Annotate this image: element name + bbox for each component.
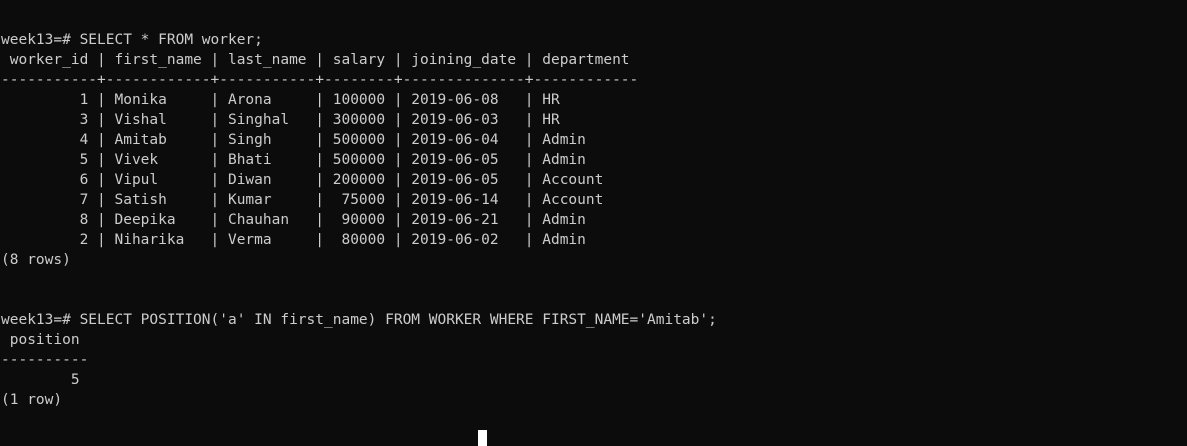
table-row: 3 | Vishal | Singhal | 300000 | 2019-06-… <box>1 112 560 128</box>
prompt-line: week13=# SELECT POSITION('a' IN first_na… <box>1 312 717 328</box>
table-row: 4 | Amitab | Singh | 500000 | 2019-06-04… <box>1 132 586 148</box>
row-count: (1 row) <box>1 392 63 408</box>
table-row: 2 | Niharika | Verma | 80000 | 2019-06-0… <box>1 232 586 248</box>
row-count: (8 rows) <box>1 252 71 268</box>
table-row: 1 | Monika | Arona | 100000 | 2019-06-08… <box>1 92 560 108</box>
table-header: worker_id | first_name | last_name | sal… <box>1 52 630 68</box>
table-row: 7 | Satish | Kumar | 75000 | 2019-06-14 … <box>1 192 604 208</box>
terminal-window[interactable]: week13=# SELECT * FROM worker; worker_id… <box>0 0 1187 446</box>
table-separator: -----------+------------+-----------+---… <box>1 72 639 88</box>
table-row: 5 <box>1 372 80 388</box>
table-row: 5 | Vivek | Bhati | 500000 | 2019-06-05 … <box>1 152 586 168</box>
table-header: position <box>1 332 80 348</box>
text-cursor <box>478 430 487 446</box>
table-row: 6 | Vipul | Diwan | 200000 | 2019-06-05 … <box>1 172 604 188</box>
prompt-line: week13=# SELECT * FROM worker; <box>1 32 263 48</box>
table-row: 8 | Deepika | Chauhan | 90000 | 2019-06-… <box>1 212 586 228</box>
table-separator: ---------- <box>1 352 89 368</box>
